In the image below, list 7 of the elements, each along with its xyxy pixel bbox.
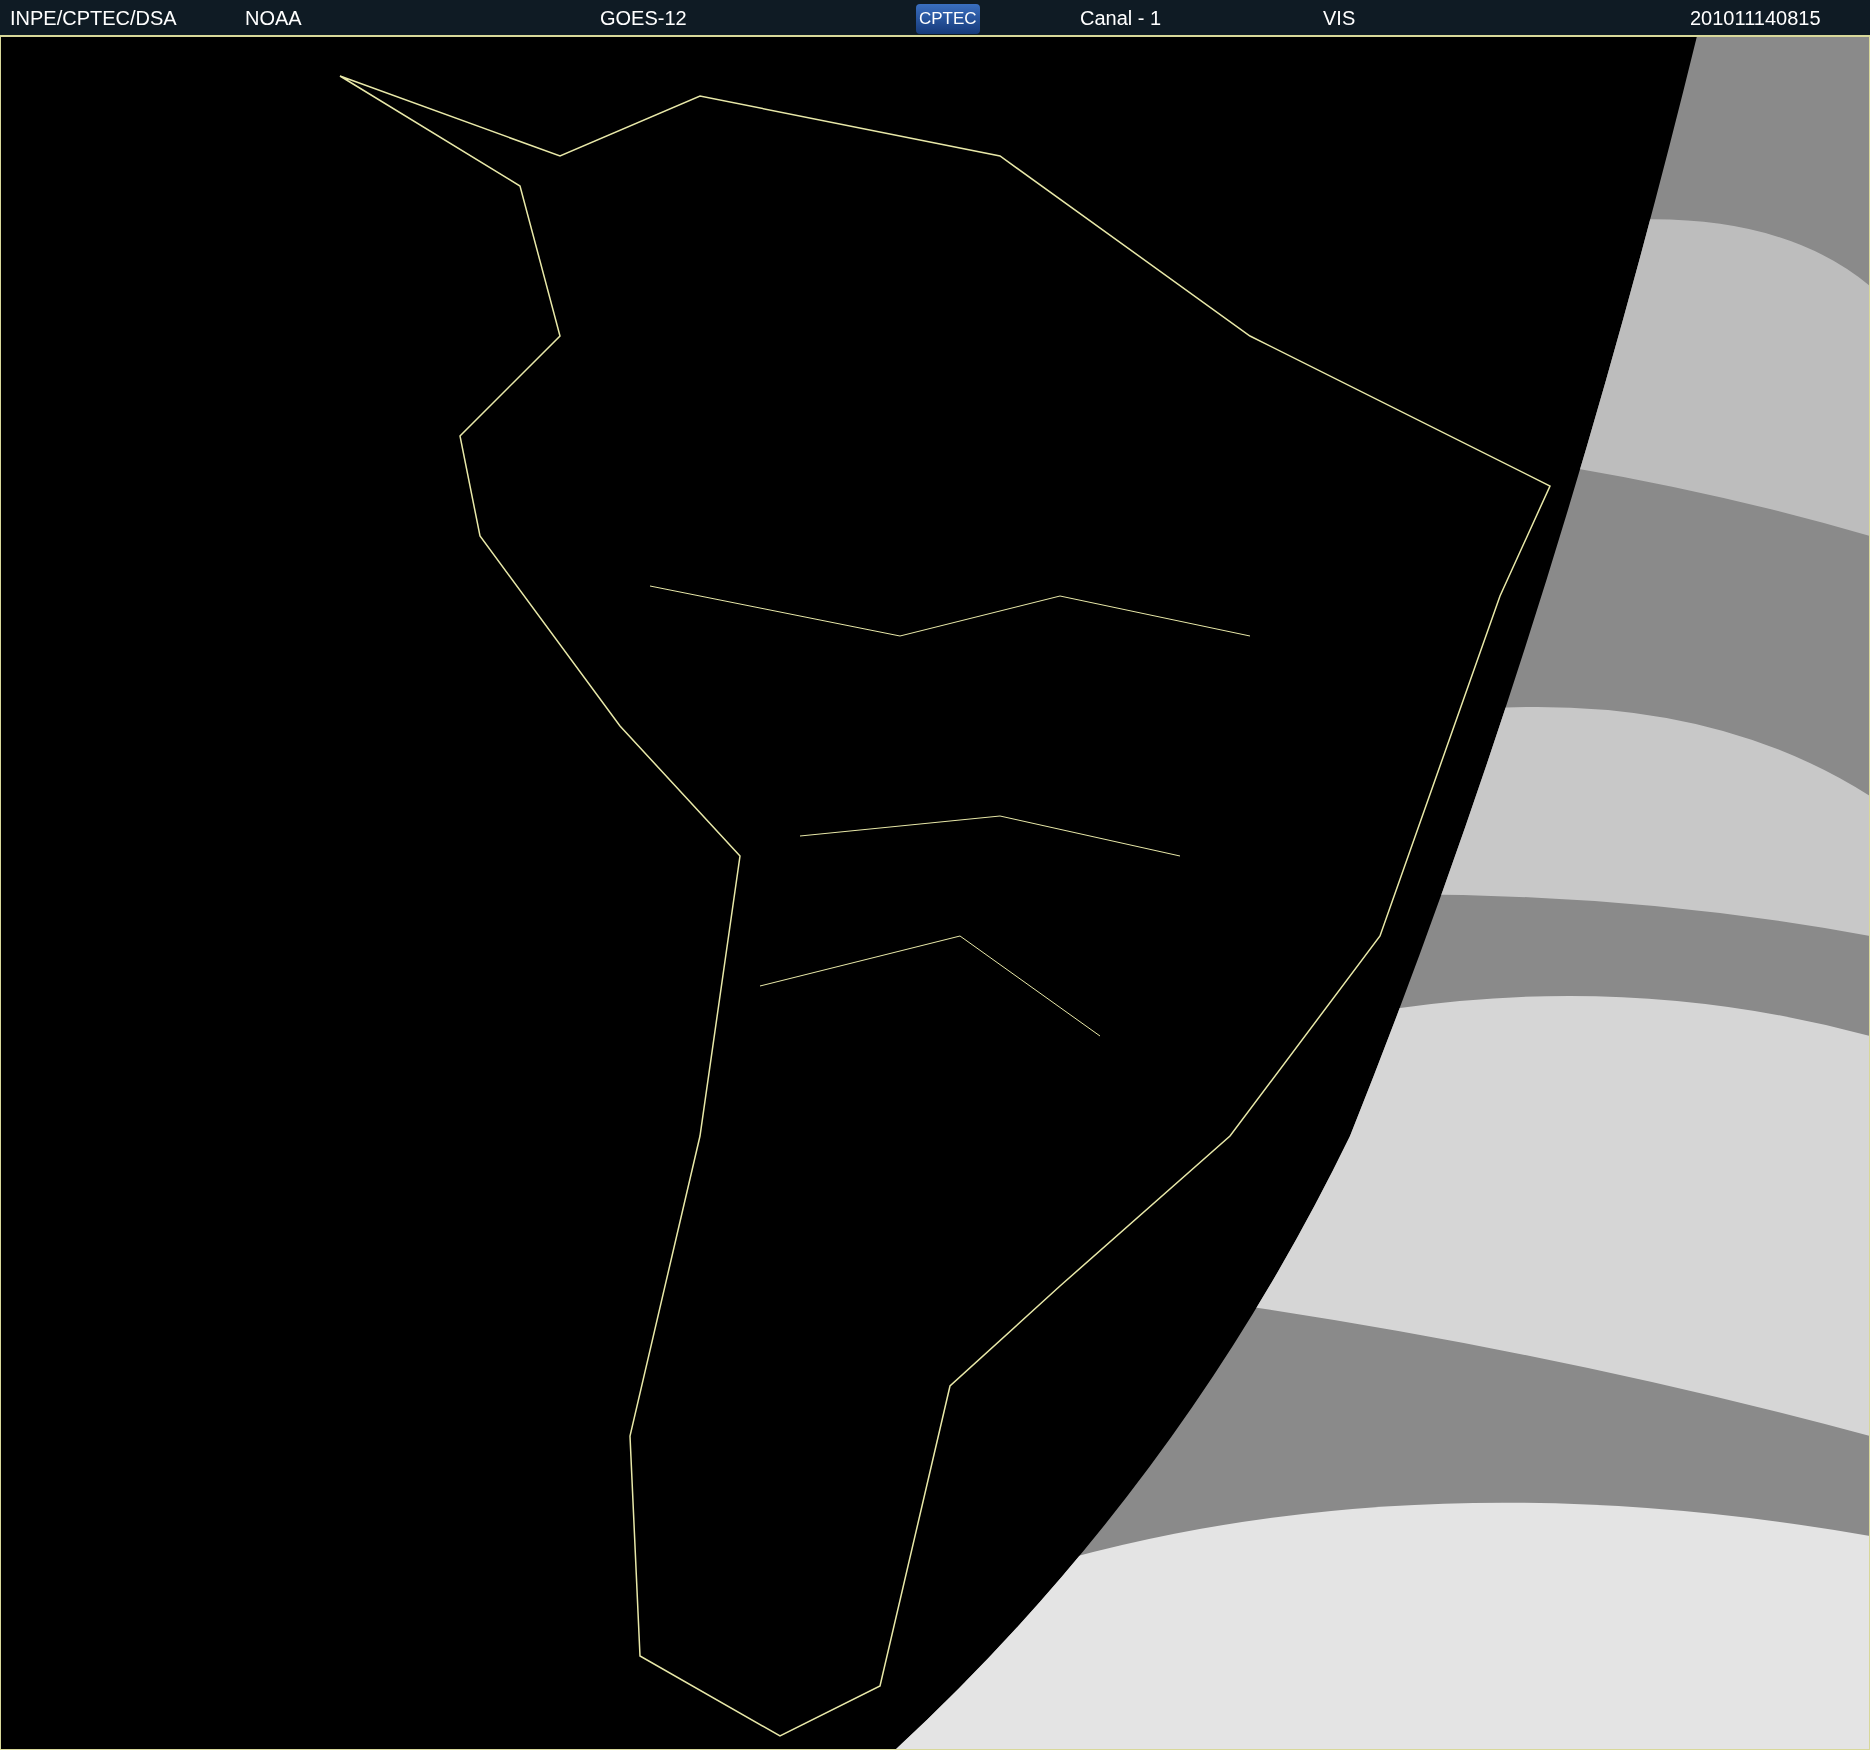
logo: CPTEC bbox=[916, 3, 980, 34]
channel-label: Canal - 1 bbox=[1080, 6, 1162, 29]
satellite-label: GOES-12 bbox=[600, 6, 687, 29]
agency-label: NOAA bbox=[245, 6, 302, 29]
source-label: INPE/CPTEC/DSA bbox=[10, 6, 177, 29]
timestamp-label: 201011140815 bbox=[1690, 6, 1821, 29]
band-label: VIS bbox=[1323, 6, 1356, 29]
